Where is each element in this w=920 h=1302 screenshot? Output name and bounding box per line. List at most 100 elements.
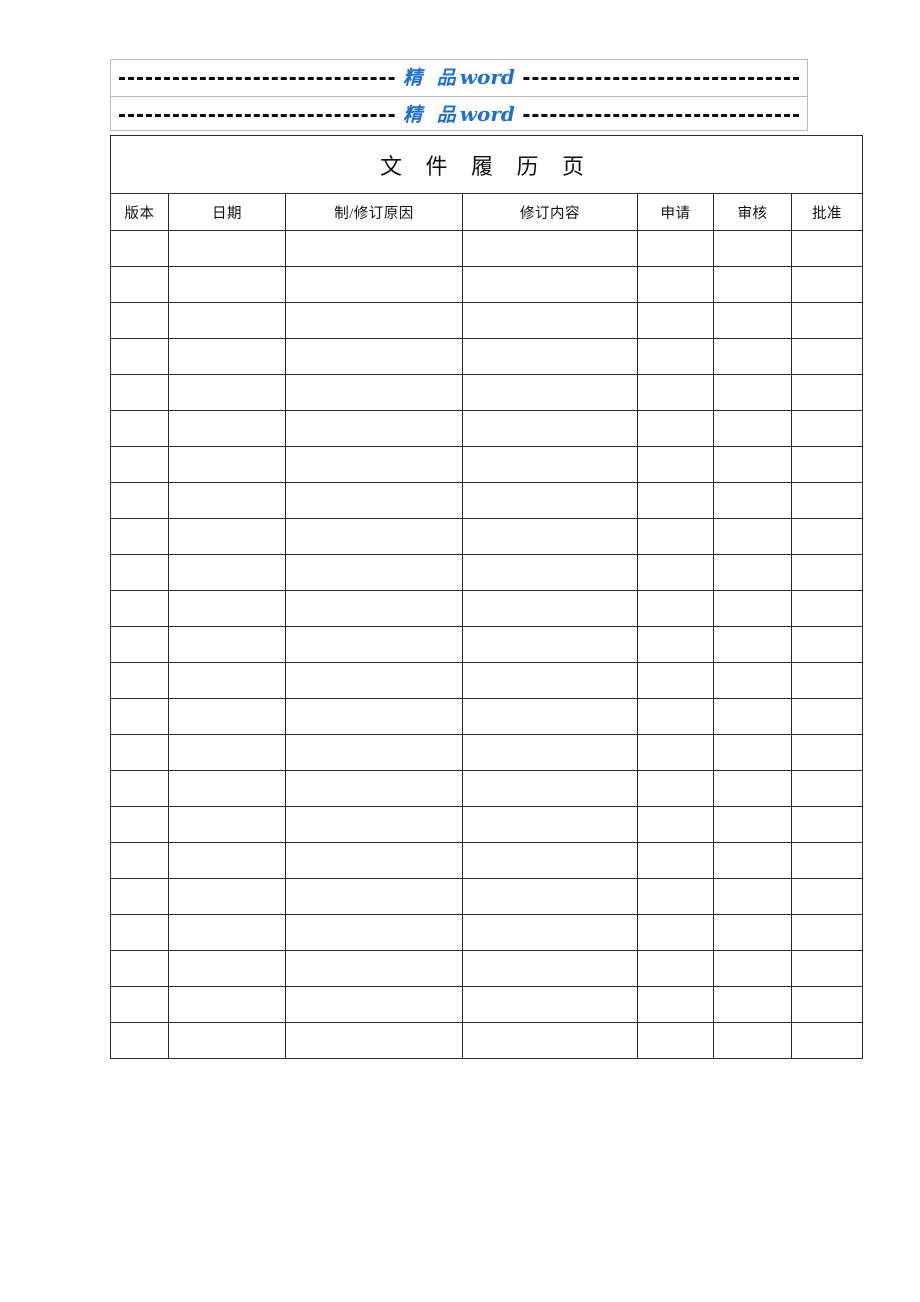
cell-review[interactable]	[713, 1022, 792, 1059]
cell-apply[interactable]	[637, 806, 714, 843]
cell-content[interactable]	[462, 806, 638, 843]
cell-date[interactable]	[168, 950, 286, 987]
cell-content[interactable]	[462, 842, 638, 879]
cell-version[interactable]	[110, 410, 169, 447]
cell-review[interactable]	[713, 266, 792, 303]
cell-date[interactable]	[168, 698, 286, 735]
cell-apply[interactable]	[637, 698, 714, 735]
cell-content[interactable]	[462, 266, 638, 303]
cell-version[interactable]	[110, 986, 169, 1023]
cell-content[interactable]	[462, 698, 638, 735]
cell-version[interactable]	[110, 734, 169, 771]
cell-content[interactable]	[462, 338, 638, 375]
cell-version[interactable]	[110, 266, 169, 303]
cell-version[interactable]	[110, 878, 169, 915]
cell-approve[interactable]	[790, 266, 864, 303]
cell-apply[interactable]	[637, 482, 714, 519]
cell-date[interactable]	[168, 410, 286, 447]
cell-content[interactable]	[462, 986, 638, 1023]
cell-content[interactable]	[462, 734, 638, 771]
cell-date[interactable]	[168, 338, 286, 375]
cell-apply[interactable]	[637, 302, 714, 339]
cell-review[interactable]	[713, 230, 792, 267]
cell-version[interactable]	[110, 554, 169, 591]
cell-version[interactable]	[110, 482, 169, 519]
cell-content[interactable]	[462, 590, 638, 627]
cell-approve[interactable]	[790, 518, 864, 555]
cell-apply[interactable]	[637, 914, 714, 951]
cell-content[interactable]	[462, 518, 638, 555]
cell-apply[interactable]	[637, 878, 714, 915]
cell-reason[interactable]	[285, 734, 463, 771]
cell-reason[interactable]	[285, 266, 463, 303]
cell-review[interactable]	[713, 518, 792, 555]
cell-version[interactable]	[110, 950, 169, 987]
cell-approve[interactable]	[790, 770, 864, 807]
cell-apply[interactable]	[637, 554, 714, 591]
cell-reason[interactable]	[285, 482, 463, 519]
cell-approve[interactable]	[790, 842, 864, 879]
cell-review[interactable]	[713, 482, 792, 519]
cell-review[interactable]	[713, 842, 792, 879]
cell-approve[interactable]	[790, 590, 864, 627]
cell-date[interactable]	[168, 626, 286, 663]
cell-version[interactable]	[110, 662, 169, 699]
cell-reason[interactable]	[285, 662, 463, 699]
cell-date[interactable]	[168, 590, 286, 627]
cell-content[interactable]	[462, 662, 638, 699]
cell-reason[interactable]	[285, 986, 463, 1023]
cell-date[interactable]	[168, 554, 286, 591]
cell-reason[interactable]	[285, 770, 463, 807]
cell-version[interactable]	[110, 446, 169, 483]
cell-approve[interactable]	[790, 554, 864, 591]
cell-review[interactable]	[713, 302, 792, 339]
cell-date[interactable]	[168, 374, 286, 411]
cell-content[interactable]	[462, 374, 638, 411]
cell-apply[interactable]	[637, 770, 714, 807]
cell-reason[interactable]	[285, 1022, 463, 1059]
cell-reason[interactable]	[285, 878, 463, 915]
cell-content[interactable]	[462, 878, 638, 915]
cell-content[interactable]	[462, 446, 638, 483]
cell-reason[interactable]	[285, 374, 463, 411]
cell-apply[interactable]	[637, 338, 714, 375]
cell-version[interactable]	[110, 842, 169, 879]
cell-date[interactable]	[168, 878, 286, 915]
cell-date[interactable]	[168, 230, 286, 267]
cell-version[interactable]	[110, 626, 169, 663]
cell-approve[interactable]	[790, 878, 864, 915]
cell-reason[interactable]	[285, 806, 463, 843]
cell-review[interactable]	[713, 626, 792, 663]
cell-content[interactable]	[462, 914, 638, 951]
cell-date[interactable]	[168, 446, 286, 483]
cell-apply[interactable]	[637, 662, 714, 699]
cell-approve[interactable]	[790, 1022, 864, 1059]
cell-review[interactable]	[713, 446, 792, 483]
cell-approve[interactable]	[790, 986, 864, 1023]
cell-approve[interactable]	[790, 734, 864, 771]
cell-reason[interactable]	[285, 698, 463, 735]
cell-review[interactable]	[713, 770, 792, 807]
cell-date[interactable]	[168, 482, 286, 519]
cell-version[interactable]	[110, 1022, 169, 1059]
cell-approve[interactable]	[790, 698, 864, 735]
cell-content[interactable]	[462, 950, 638, 987]
cell-version[interactable]	[110, 230, 169, 267]
cell-review[interactable]	[713, 734, 792, 771]
cell-content[interactable]	[462, 770, 638, 807]
cell-date[interactable]	[168, 806, 286, 843]
cell-approve[interactable]	[790, 446, 864, 483]
cell-review[interactable]	[713, 338, 792, 375]
cell-content[interactable]	[462, 626, 638, 663]
cell-version[interactable]	[110, 374, 169, 411]
cell-content[interactable]	[462, 410, 638, 447]
cell-approve[interactable]	[790, 230, 864, 267]
cell-reason[interactable]	[285, 230, 463, 267]
cell-version[interactable]	[110, 338, 169, 375]
cell-review[interactable]	[713, 878, 792, 915]
cell-approve[interactable]	[790, 806, 864, 843]
cell-version[interactable]	[110, 914, 169, 951]
cell-approve[interactable]	[790, 302, 864, 339]
cell-date[interactable]	[168, 1022, 286, 1059]
cell-approve[interactable]	[790, 914, 864, 951]
